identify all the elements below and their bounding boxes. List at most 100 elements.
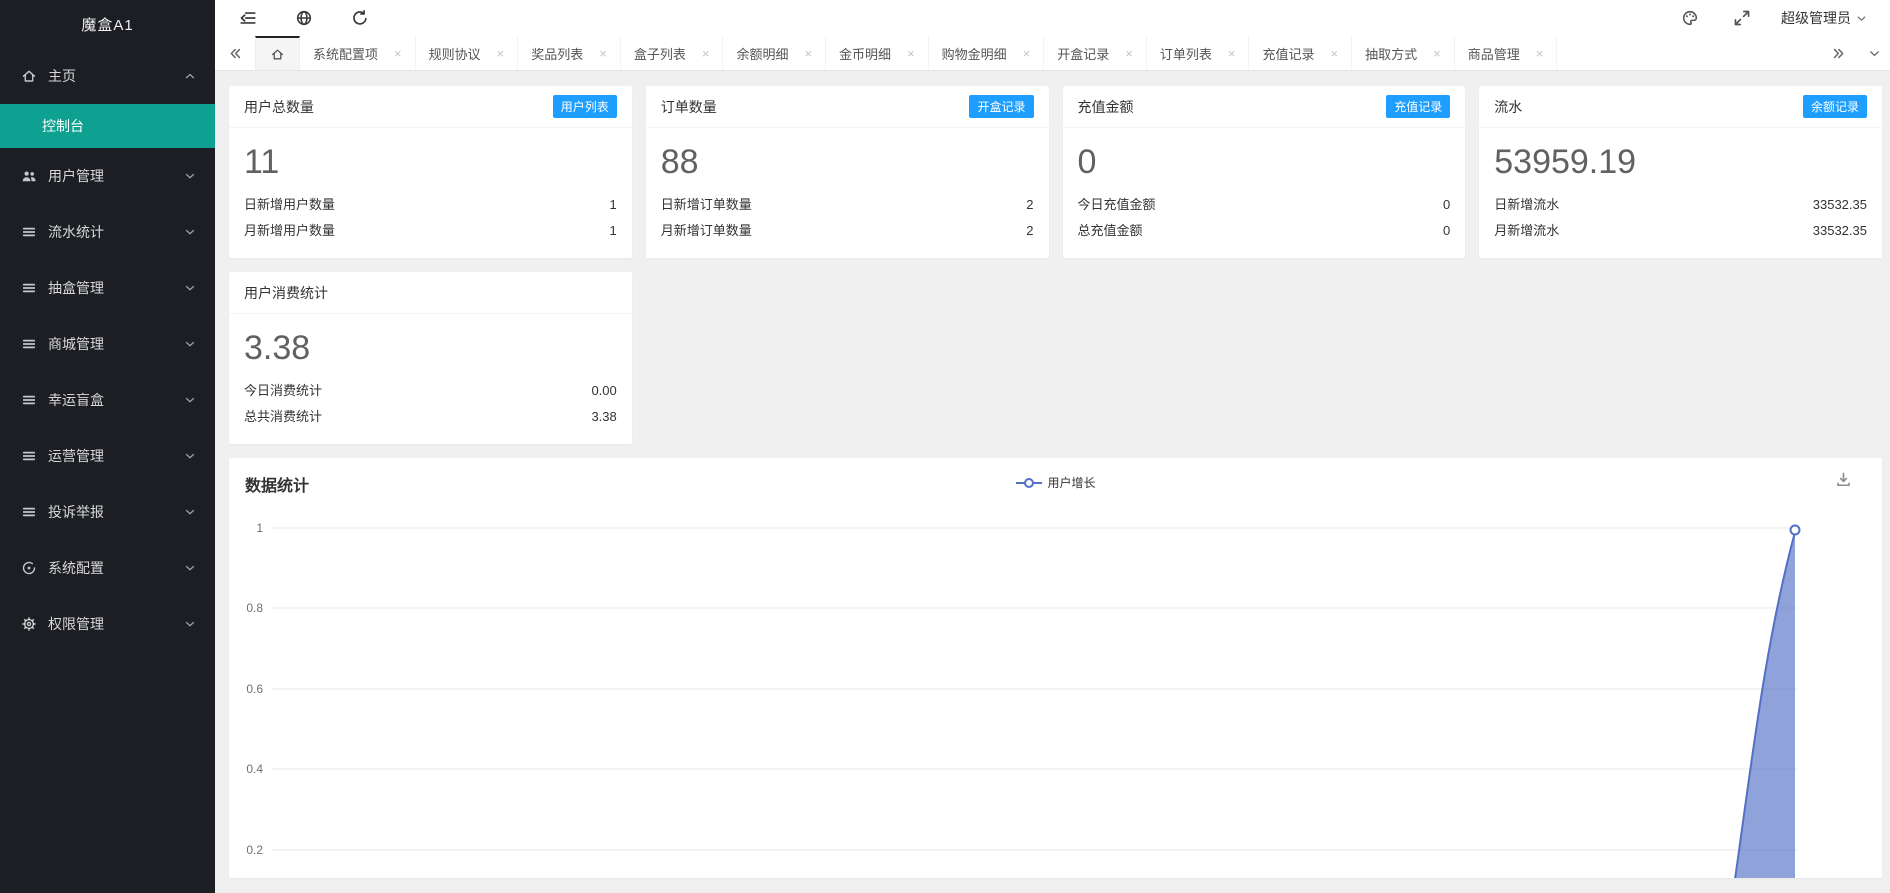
- tab-8[interactable]: 订单列表×: [1147, 36, 1250, 70]
- stat-card-header: 流水余额记录: [1479, 86, 1882, 128]
- sidebar-item-10[interactable]: 权限管理: [0, 596, 215, 652]
- palette-icon[interactable]: [1681, 9, 1699, 27]
- tab-10[interactable]: 抽取方式 ×: [1352, 36, 1455, 70]
- stat-card-badge-button[interactable]: 余额记录: [1803, 95, 1867, 118]
- stat-card-header: 充值金额 充值记录: [1063, 86, 1466, 128]
- chevron-down-icon: [183, 505, 197, 519]
- close-tab-icon[interactable]: ×: [702, 47, 710, 60]
- y-axis-tick: 1: [256, 521, 263, 535]
- stat-row: 日新增用户数量1: [244, 192, 617, 218]
- close-tab-icon[interactable]: ×: [1331, 47, 1339, 60]
- tab-3[interactable]: 盒子列表×: [621, 36, 724, 70]
- sidebar-item-9[interactable]: 系统配置: [0, 540, 215, 596]
- tabs-scroll-right-icon[interactable]: [1818, 36, 1858, 70]
- chevron-down-icon: [183, 393, 197, 407]
- sidebar-subitem-label: 控制台: [42, 116, 84, 136]
- dashboard-content: 用户总数量用户列表11日新增用户数量1月新增用户数量1订单数量开盒记录88日新增…: [215, 71, 1890, 893]
- tab-home[interactable]: [255, 36, 300, 70]
- user-growth-area-chart: 10.80.60.40.2: [229, 458, 1882, 878]
- user-menu[interactable]: 超级管理员: [1781, 8, 1868, 28]
- stat-row-value: 0: [1443, 218, 1450, 244]
- list-icon: [21, 392, 37, 408]
- close-tab-icon[interactable]: ×: [804, 47, 812, 60]
- tab-2[interactable]: 奖品列表 ×: [518, 36, 621, 70]
- stat-row-label: 日新增订单数量: [661, 192, 752, 218]
- tab-0[interactable]: 系统配置项×: [300, 36, 416, 70]
- gear-icon: [21, 616, 37, 632]
- tab-11[interactable]: 商品管理×: [1455, 36, 1558, 70]
- sidebar-item-label: 投诉举报: [48, 502, 104, 522]
- stat-card-value: 88: [661, 140, 1034, 184]
- list-icon: [21, 448, 37, 464]
- close-tab-icon[interactable]: ×: [1023, 47, 1031, 60]
- stat-card-value: 3.38: [244, 326, 617, 370]
- stat-card-value: 53959.19: [1494, 140, 1867, 184]
- sidebar-item-6[interactable]: 幸运盲盒: [0, 372, 215, 428]
- tab-6[interactable]: 购物金明细 ×: [929, 36, 1045, 70]
- stat-card-header: 用户总数量 用户列表: [229, 86, 632, 128]
- stat-row-label: 总充值金额: [1078, 218, 1143, 244]
- sidebar-item-5[interactable]: 商城管理: [0, 316, 215, 372]
- chart-legend-user-growth[interactable]: 用户增长: [1015, 474, 1095, 491]
- chevron-down-icon: [1855, 12, 1868, 25]
- sidebar-item-label: 运营管理: [48, 446, 104, 466]
- sidebar-item-2[interactable]: 用户管理: [0, 148, 215, 204]
- sidebar-item-0[interactable]: 主页: [0, 48, 215, 104]
- close-tab-icon[interactable]: ×: [1433, 47, 1441, 60]
- close-tab-icon[interactable]: ×: [1125, 47, 1133, 60]
- stat-card-badge-button[interactable]: 用户列表: [553, 95, 617, 118]
- stat-card-title: 订单数量: [661, 97, 717, 117]
- stat-card-3: 流水余额记录53959.19日新增流水33532.35月新增流水33532.35: [1479, 86, 1882, 258]
- stat-card-title: 充值金额: [1078, 97, 1134, 117]
- stat-row: 总共消费统计3.38: [244, 404, 617, 430]
- list-icon: [21, 280, 37, 296]
- list-icon: [21, 336, 37, 352]
- sidebar-item-3[interactable]: 流水统计: [0, 204, 215, 260]
- sidebar-item-label: 权限管理: [48, 614, 104, 634]
- collapse-menu-icon[interactable]: [239, 9, 257, 27]
- stat-card-badge-button[interactable]: 开盒记录: [969, 95, 1033, 118]
- stat-row: 总充值金额 0: [1078, 218, 1451, 244]
- refresh-icon[interactable]: [351, 9, 369, 27]
- chevron-up-icon: [183, 69, 197, 83]
- sidebar-item-label: 抽盒管理: [48, 278, 104, 298]
- sidebar-item-7[interactable]: 运营管理: [0, 428, 215, 484]
- close-tab-icon[interactable]: ×: [394, 47, 402, 60]
- globe-icon[interactable]: [295, 9, 313, 27]
- stat-row-label: 今日充值金额: [1078, 192, 1156, 218]
- stat-card-body: 0今日充值金额0总充值金额0: [1063, 128, 1466, 258]
- chevron-down-icon: [183, 449, 197, 463]
- tab-label: 金币明细: [839, 44, 891, 63]
- tabs-scroll-left-icon[interactable]: [215, 36, 255, 70]
- tab-9[interactable]: 充值记录×: [1249, 36, 1352, 70]
- stat-row-label: 月新增流水: [1494, 218, 1559, 244]
- close-tab-icon[interactable]: ×: [907, 47, 915, 60]
- tab-4[interactable]: 余额明细×: [723, 36, 826, 70]
- stat-card-title: 用户总数量: [244, 97, 314, 117]
- statistics-chart-card: 数据统计 用户增长 10.80.60.40.2: [229, 458, 1882, 878]
- tab-label: 购物金明细: [942, 44, 1007, 63]
- fullscreen-icon[interactable]: [1733, 9, 1751, 27]
- close-tab-icon[interactable]: ×: [497, 47, 505, 60]
- tab-1[interactable]: 规则协议×: [416, 36, 519, 70]
- tab-7[interactable]: 开盒记录×: [1044, 36, 1147, 70]
- tab-label: 奖品列表: [531, 44, 583, 63]
- sidebar-subitem-1[interactable]: 控制台: [0, 104, 215, 148]
- download-chart-icon[interactable]: [1835, 471, 1852, 488]
- close-tab-icon[interactable]: ×: [599, 47, 607, 60]
- sidebar-item-8[interactable]: 投诉举报: [0, 484, 215, 540]
- sidebar-item-label: 幸运盲盒: [48, 390, 104, 410]
- sidebar-item-label: 系统配置: [48, 558, 104, 578]
- tabs-menu-icon[interactable]: [1858, 36, 1890, 70]
- close-tab-icon[interactable]: ×: [1536, 47, 1544, 60]
- tab-label: 抽取方式: [1365, 44, 1417, 63]
- app-logo: 魔盒A1: [0, 0, 215, 48]
- sidebar-item-label: 商城管理: [48, 334, 104, 354]
- last-data-point-marker[interactable]: [1791, 526, 1800, 535]
- stat-cards-row-2: 用户消费统计3.38今日消费统计0.00总共消费统计3.38: [229, 272, 1882, 444]
- tab-5[interactable]: 金币明细 ×: [826, 36, 929, 70]
- tabs-spacer: [1557, 36, 1818, 70]
- close-tab-icon[interactable]: ×: [1228, 47, 1236, 60]
- sidebar-item-4[interactable]: 抽盒管理: [0, 260, 215, 316]
- stat-card-badge-button[interactable]: 充值记录: [1386, 95, 1450, 118]
